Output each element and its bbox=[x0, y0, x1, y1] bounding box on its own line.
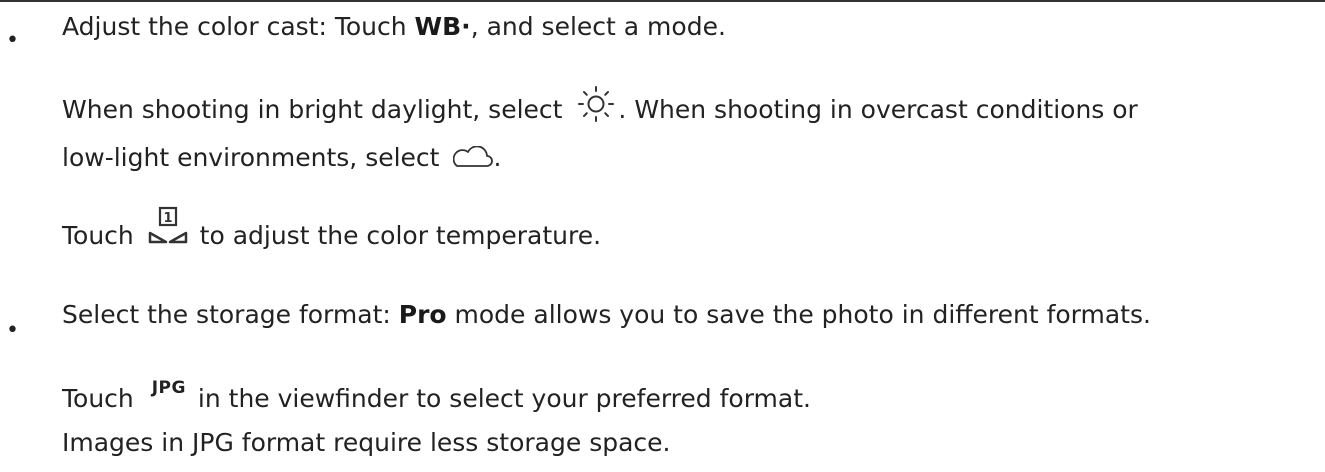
para1-part2: . When shooting in overcast conditions o… bbox=[618, 95, 1138, 124]
item1-prefix: Adjust the color cast: Touch bbox=[62, 12, 415, 41]
para3-touch: Touch bbox=[62, 221, 142, 250]
top-rule bbox=[0, 0, 1325, 2]
para2-part1: low-light environments, select bbox=[62, 143, 448, 172]
bullet-1: • bbox=[6, 28, 19, 53]
bullet-2: • bbox=[6, 318, 19, 343]
storage-note: Images in JPG format require less storag… bbox=[62, 428, 671, 457]
pro-label: Pro bbox=[398, 300, 447, 329]
color-temperature-icon: 1 bbox=[148, 206, 188, 250]
jpg-instruction: Touch JPG in the viewfinder to select yo… bbox=[62, 380, 811, 413]
item1-suffix: , and select a mode. bbox=[470, 12, 726, 41]
para2-part2: . bbox=[493, 143, 502, 172]
item-storage-format: Select the storage format: Pro mode allo… bbox=[62, 302, 1151, 327]
cloud-icon bbox=[453, 146, 494, 168]
para1-part1: When shooting in bright daylight, select bbox=[62, 95, 571, 124]
lowlight-instruction: low-light environments, select . bbox=[62, 144, 501, 170]
item-adjust-color-cast: Adjust the color cast: Touch WB·, and se… bbox=[62, 14, 726, 39]
wb-label: WB· bbox=[414, 12, 471, 41]
item2-suffix: mode allows you to save the photo in dif… bbox=[446, 300, 1151, 329]
daylight-instruction: When shooting in bright daylight, select… bbox=[62, 78, 1138, 122]
para4-rest: in the viewfinder to select your preferr… bbox=[189, 384, 811, 413]
sun-icon bbox=[576, 84, 616, 124]
temperature-icon-number: 1 bbox=[163, 211, 172, 226]
item2-prefix: Select the storage format: bbox=[62, 300, 399, 329]
jpg-format-icon: JPG bbox=[151, 378, 186, 398]
para4-touch: Touch bbox=[62, 384, 142, 413]
para3-rest: to adjust the color temperature. bbox=[191, 221, 602, 250]
temperature-instruction: Touch 1 to adjust the color temperature. bbox=[62, 200, 601, 248]
